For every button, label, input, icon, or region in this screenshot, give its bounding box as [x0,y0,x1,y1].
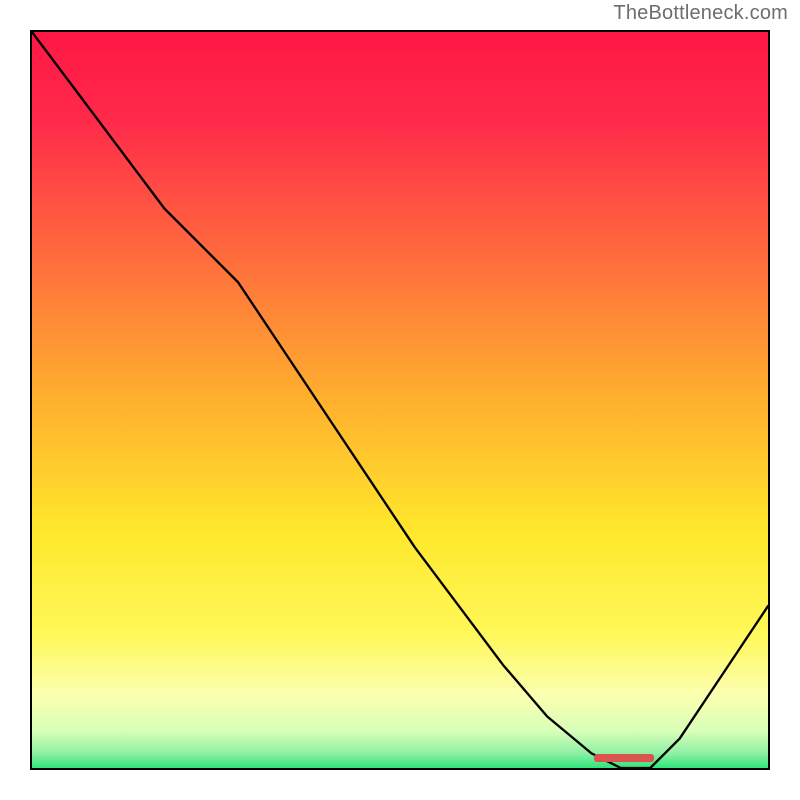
optimal-marker [594,754,653,762]
plot-area [30,30,770,770]
attribution-label: TheBottleneck.com [613,2,788,25]
bottleneck-curve [32,32,768,768]
chart-root: TheBottleneck.com [0,0,800,800]
